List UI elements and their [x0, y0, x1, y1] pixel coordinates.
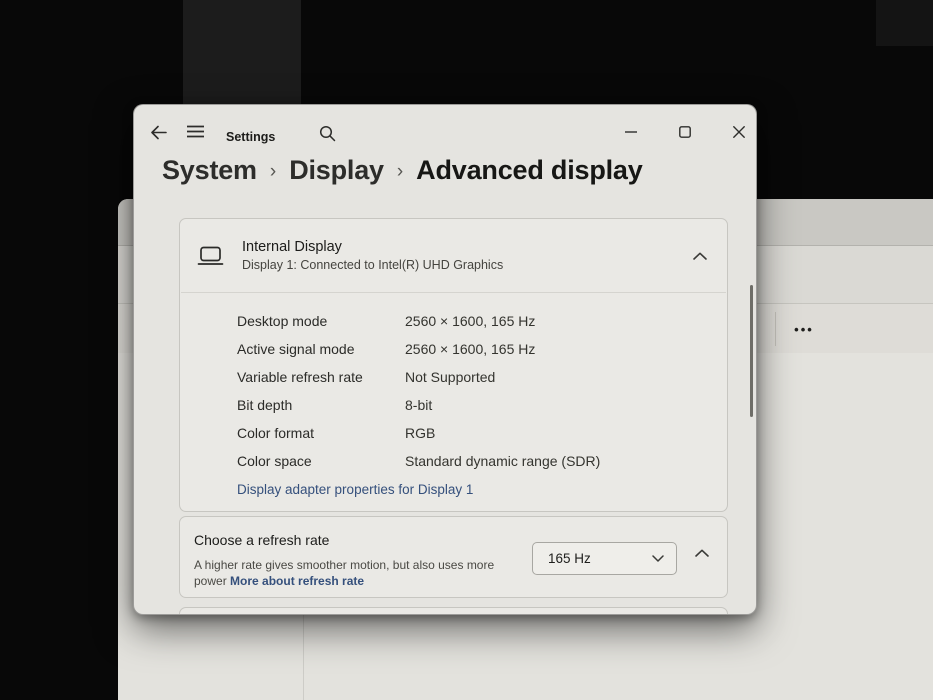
breadcrumb-display[interactable]: Display: [289, 155, 384, 186]
toolbar-divider: [775, 312, 776, 346]
dropdown-value: 165 Hz: [548, 551, 652, 566]
display-info-list: Desktop mode 2560 × 1600, 165 Hz Active …: [180, 293, 727, 511]
chevron-up-icon[interactable]: [695, 549, 709, 557]
search-icon[interactable]: [319, 125, 336, 142]
chevron-down-icon: [652, 555, 664, 562]
settings-titlebar: Settings: [134, 105, 756, 159]
refresh-rate-card: Choose a refresh rate A higher rate give…: [179, 516, 728, 598]
maximize-icon: [679, 126, 691, 138]
info-value: Not Supported: [405, 369, 495, 385]
card-title: Internal Display: [242, 239, 693, 255]
info-row: Color format RGB: [237, 419, 727, 447]
info-row: Active signal mode 2560 × 1600, 165 Hz: [237, 335, 727, 363]
internal-display-card: Internal Display Display 1: Connected to…: [179, 218, 728, 512]
info-row: Color space Standard dynamic range (SDR): [237, 447, 727, 475]
chevron-up-icon[interactable]: [693, 252, 707, 260]
info-value: 2560 × 1600, 165 Hz: [405, 313, 535, 329]
background-reflection: [876, 0, 933, 46]
maximize-button[interactable]: [668, 117, 702, 147]
info-label: Color format: [237, 425, 405, 441]
card-title: Choose a refresh rate: [194, 532, 329, 548]
back-icon[interactable]: [150, 125, 167, 140]
display-adapter-properties-link[interactable]: Display adapter properties for Display 1: [237, 482, 473, 497]
info-value: 8-bit: [405, 397, 432, 413]
scrollbar-thumb[interactable]: [750, 285, 753, 417]
breadcrumb: System › Display › Advanced display: [162, 155, 643, 186]
background-reflection: [183, 0, 301, 118]
info-row: Variable refresh rate Not Supported: [237, 363, 727, 391]
close-button[interactable]: [722, 117, 756, 147]
info-value: 2560 × 1600, 165 Hz: [405, 341, 535, 357]
display-icon: [197, 245, 224, 267]
info-label: Bit depth: [237, 397, 405, 413]
internal-display-header[interactable]: Internal Display Display 1: Connected to…: [180, 219, 727, 292]
app-title: Settings: [226, 130, 275, 144]
info-label: Desktop mode: [237, 313, 405, 329]
info-label: Variable refresh rate: [237, 369, 405, 385]
settings-window: Settings System › Display › Advanced dis…: [133, 104, 757, 615]
info-label: Active signal mode: [237, 341, 405, 357]
chevron-right-icon: ›: [397, 161, 403, 183]
next-card-partial: [179, 607, 728, 615]
info-row: Bit depth 8-bit: [237, 391, 727, 419]
minimize-button[interactable]: [614, 117, 648, 147]
info-row: Desktop mode 2560 × 1600, 165 Hz: [237, 307, 727, 335]
card-description: A higher rate gives smoother motion, but…: [194, 557, 530, 589]
monitor-photo: ••• Pictures ♪ Music: [0, 0, 933, 700]
page-title: Advanced display: [416, 155, 642, 186]
card-subtitle: Display 1: Connected to Intel(R) UHD Gra…: [242, 258, 693, 272]
refresh-rate-dropdown[interactable]: 165 Hz: [532, 542, 677, 575]
info-label: Color space: [237, 453, 405, 469]
ellipsis-icon: •••: [794, 322, 814, 337]
breadcrumb-system[interactable]: System: [162, 155, 257, 186]
more-about-refresh-rate-link[interactable]: More about refresh rate: [230, 574, 364, 588]
chevron-right-icon: ›: [270, 161, 276, 183]
info-value: Standard dynamic range (SDR): [405, 453, 600, 469]
minimize-icon: [625, 131, 637, 133]
close-icon: [733, 126, 745, 138]
see-more-button[interactable]: •••: [782, 313, 826, 345]
info-value: RGB: [405, 425, 435, 441]
hamburger-menu-icon[interactable]: [187, 125, 204, 138]
